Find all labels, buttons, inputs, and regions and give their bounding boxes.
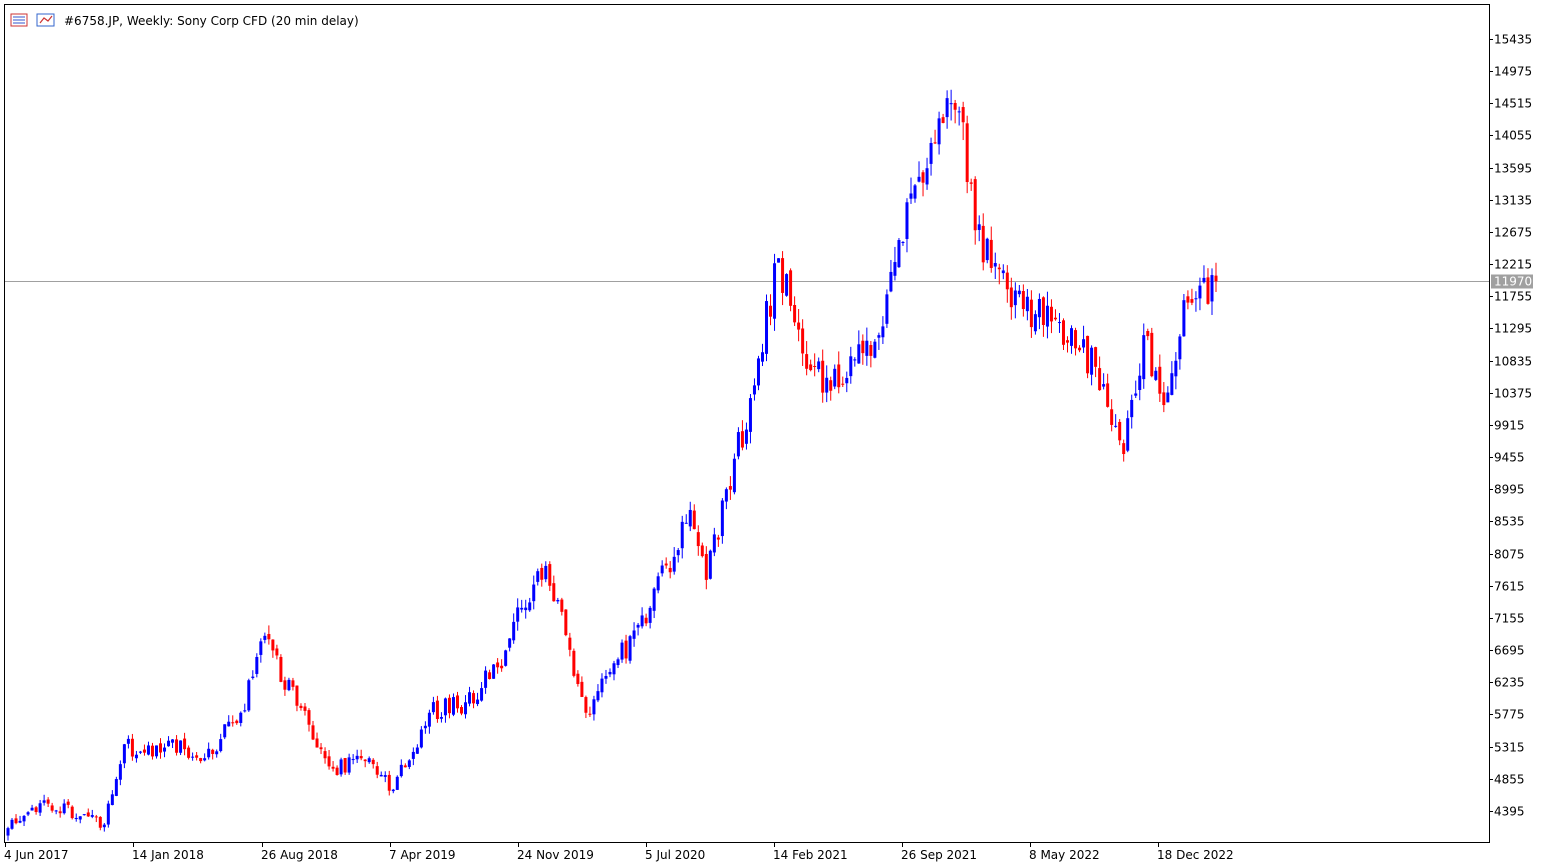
candle — [106, 800, 110, 828]
candle — [620, 639, 624, 663]
candle — [339, 757, 343, 777]
candle — [247, 678, 251, 712]
x-tick-label: 26 Sep 2021 — [901, 848, 977, 862]
y-tick-label: 4395 — [1494, 805, 1525, 819]
x-tick-label: 8 May 2022 — [1029, 848, 1100, 862]
x-tick-label: 18 Dec 2022 — [1157, 848, 1234, 862]
price-tag-label: 11970 — [1494, 275, 1532, 289]
y-tick-label: 13595 — [1494, 162, 1532, 176]
y-tick-label: 15435 — [1494, 33, 1532, 47]
candle — [897, 238, 901, 268]
candle — [873, 339, 877, 359]
chart-title: #6758.JP, Weekly: Sony Corp CFD (20 min … — [64, 14, 359, 28]
chart-icon[interactable] — [36, 13, 55, 27]
candle — [965, 115, 969, 194]
y-tick-label: 8075 — [1494, 548, 1525, 562]
y-tick-label: 6235 — [1494, 676, 1525, 690]
x-tick-label: 26 Aug 2018 — [261, 848, 338, 862]
candle — [732, 453, 736, 495]
candle — [343, 757, 347, 775]
candle — [777, 258, 781, 263]
price-chart[interactable]: #6758.JP, Weekly: Sony Corp CFD (20 min … — [0, 0, 1544, 868]
candle — [1150, 327, 1154, 378]
y-tick-label: 12675 — [1494, 226, 1532, 240]
candle — [492, 664, 496, 679]
x-tick-label: 14 Feb 2021 — [773, 848, 848, 862]
y-tick-label: 9915 — [1494, 419, 1525, 433]
candle — [785, 273, 789, 297]
y-tick-label: 8995 — [1494, 483, 1525, 497]
candle — [985, 237, 989, 264]
candle — [1182, 293, 1186, 337]
candle — [279, 654, 283, 683]
x-tick-label: 5 Jul 2020 — [645, 848, 705, 862]
y-tick-label: 14975 — [1494, 65, 1532, 79]
candle — [70, 805, 74, 820]
x-tick-label: 14 Jan 2018 — [132, 848, 204, 862]
candle — [114, 776, 118, 797]
candle — [572, 648, 576, 678]
price-tag: 11970 — [1491, 274, 1533, 289]
y-tick-label: 5775 — [1494, 708, 1525, 722]
y-tick-label: 12215 — [1494, 258, 1532, 272]
candle — [1086, 335, 1090, 379]
candle — [223, 724, 227, 740]
x-tick-label: 24 Nov 2019 — [517, 848, 594, 862]
candle — [765, 294, 769, 362]
y-tick-label: 9455 — [1494, 451, 1525, 465]
y-tick-label: 10375 — [1494, 387, 1532, 401]
y-tick-label: 13135 — [1494, 194, 1532, 208]
y-tick-label: 6695 — [1494, 644, 1525, 658]
y-tick-label: 7615 — [1494, 580, 1525, 594]
list-icon[interactable] — [10, 13, 28, 27]
candle — [885, 289, 889, 328]
candle — [756, 355, 760, 391]
candle — [504, 649, 508, 667]
candle — [789, 268, 793, 312]
x-tick-label: 7 Apr 2019 — [389, 848, 456, 862]
y-tick-label: 14055 — [1494, 129, 1532, 143]
y-tick-label: 4855 — [1494, 773, 1525, 787]
x-tick-label: 4 Jun 2017 — [4, 848, 69, 862]
y-tick-label: 10835 — [1494, 355, 1532, 369]
y-tick-label: 8535 — [1494, 515, 1525, 529]
chart-background — [0, 0, 1544, 868]
candle — [395, 775, 399, 791]
candle — [564, 609, 568, 637]
y-tick-label: 7155 — [1494, 612, 1525, 626]
y-tick-label: 11295 — [1494, 322, 1532, 336]
y-tick-label: 5315 — [1494, 741, 1525, 755]
y-tick-label: 11755 — [1494, 290, 1532, 304]
candle — [628, 634, 632, 664]
candle — [708, 549, 712, 580]
y-tick-label: 14515 — [1494, 97, 1532, 111]
